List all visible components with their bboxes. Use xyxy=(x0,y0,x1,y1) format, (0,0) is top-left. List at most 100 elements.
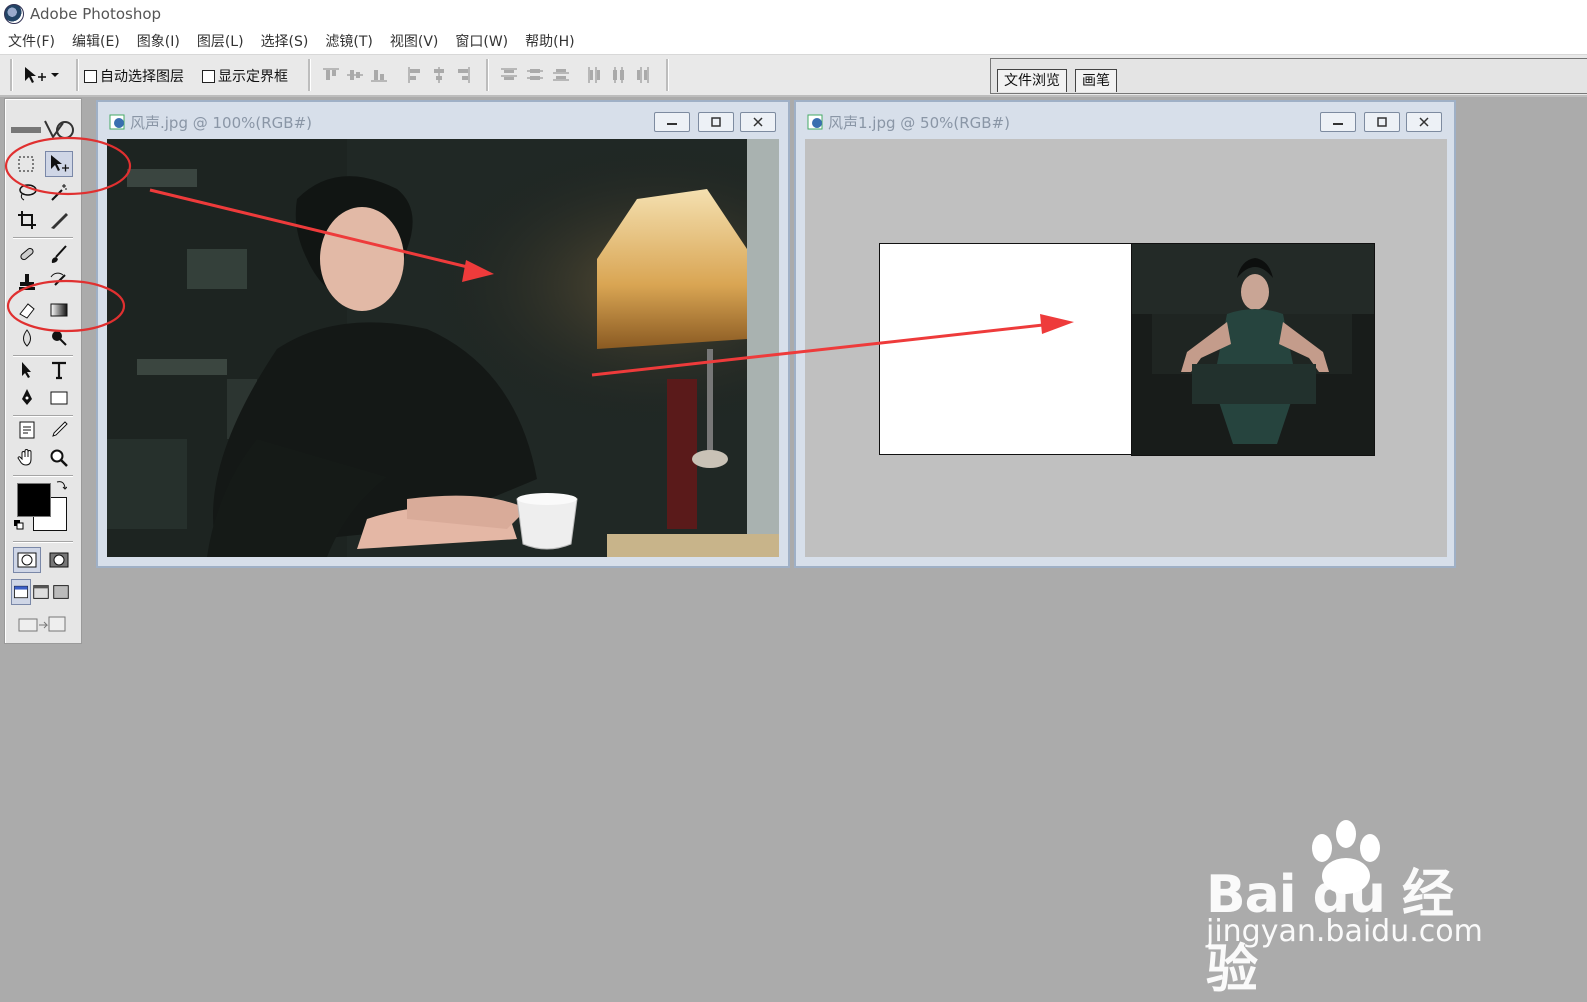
app-title: Adobe Photoshop xyxy=(30,5,162,23)
history-brush-tool[interactable] xyxy=(45,269,73,295)
auto-select-layer-checkbox[interactable] xyxy=(84,69,97,83)
shape-tool[interactable] xyxy=(45,385,73,411)
close-button[interactable] xyxy=(740,112,776,132)
document-canvas[interactable] xyxy=(805,139,1447,557)
brush-tool-icon xyxy=(51,245,67,263)
align-left-button[interactable] xyxy=(406,66,424,84)
notes-tool-icon xyxy=(19,421,35,439)
move-tool[interactable] xyxy=(45,151,73,177)
dodge-tool[interactable] xyxy=(45,325,73,351)
minimize-button[interactable] xyxy=(1320,112,1356,132)
toolbox-divider xyxy=(13,475,73,477)
move-tool-icon xyxy=(25,67,46,83)
options-grip[interactable] xyxy=(10,59,13,91)
clone-stamp-icon xyxy=(19,274,35,290)
eraser-tool-icon xyxy=(19,303,35,319)
maximize-button[interactable] xyxy=(1364,112,1400,132)
document-window-2[interactable]: 风声1.jpg @ 50%(RGB#) xyxy=(794,100,1456,568)
fullscreen-menu-button[interactable] xyxy=(31,579,51,605)
menu-file[interactable]: 文件(F) xyxy=(8,31,55,51)
standard-screen-button[interactable] xyxy=(11,579,31,605)
imageready-icon xyxy=(18,616,66,632)
options-divider xyxy=(308,59,311,91)
document-canvas[interactable] xyxy=(107,139,779,557)
tab-file-browser[interactable]: 文件浏览 xyxy=(997,69,1067,92)
standard-mode-icon xyxy=(17,552,37,568)
align-vcenter-button[interactable] xyxy=(346,66,364,84)
align-bottom-button[interactable] xyxy=(370,66,388,84)
menu-window[interactable]: 窗口(W) xyxy=(455,31,508,51)
default-colors-icon[interactable] xyxy=(13,519,25,531)
notes-tool[interactable] xyxy=(13,417,41,443)
crop-tool[interactable] xyxy=(13,207,41,233)
slice-tool[interactable] xyxy=(45,207,73,233)
distribute-hcenter-button[interactable] xyxy=(610,66,628,84)
close-icon xyxy=(753,117,763,127)
gradient-tool[interactable] xyxy=(45,297,73,323)
document-window-1[interactable]: 风声.jpg @ 100%(RGB#) xyxy=(96,100,790,568)
menu-layer[interactable]: 图层(L) xyxy=(197,31,244,51)
menu-image[interactable]: 图象(I) xyxy=(137,31,180,51)
align-right-button[interactable] xyxy=(454,66,472,84)
path-selection-tool[interactable] xyxy=(13,357,41,383)
auto-select-layer-option[interactable]: 自动选择图层 xyxy=(84,66,184,86)
eraser-tool[interactable] xyxy=(13,297,41,323)
align-hcenter-button[interactable] xyxy=(430,66,448,84)
lasso-tool-icon xyxy=(19,184,37,201)
maximize-icon xyxy=(711,117,721,127)
tab-brushes[interactable]: 画笔 xyxy=(1075,69,1117,92)
history-brush-icon xyxy=(50,272,66,286)
marquee-tool-icon xyxy=(18,156,34,172)
close-icon xyxy=(1419,117,1429,127)
jump-to-imageready-button[interactable] xyxy=(15,611,71,637)
menu-filter[interactable]: 滤镜(T) xyxy=(325,31,372,51)
show-bounding-box-checkbox[interactable] xyxy=(202,69,215,83)
foreground-color-swatch[interactable] xyxy=(17,483,51,517)
toolbox-divider xyxy=(13,541,73,543)
options-divider xyxy=(76,59,79,91)
hand-tool-icon xyxy=(17,449,32,466)
show-bounding-box-option[interactable]: 显示定界框 xyxy=(202,66,288,86)
healing-brush-icon xyxy=(20,247,34,261)
toolbox-logo[interactable] xyxy=(9,117,77,143)
eyedropper-tool[interactable] xyxy=(45,417,73,443)
type-tool[interactable] xyxy=(45,357,73,383)
distribute-right-button[interactable] xyxy=(634,66,652,84)
swap-colors-icon[interactable] xyxy=(55,479,67,491)
align-top-button[interactable] xyxy=(322,66,340,84)
photoshop-logo-icon xyxy=(4,4,24,24)
menu-help[interactable]: 帮助(H) xyxy=(525,31,574,51)
slice-tool-icon xyxy=(51,213,68,229)
distribute-left-button[interactable] xyxy=(586,66,604,84)
magic-wand-tool[interactable] xyxy=(45,179,73,205)
distribute-top-button[interactable] xyxy=(500,66,518,84)
distribute-bottom-button[interactable] xyxy=(552,66,570,84)
standard-mode-button[interactable] xyxy=(13,547,41,573)
menu-view[interactable]: 视图(V) xyxy=(390,31,439,51)
distribute-vcenter-button[interactable] xyxy=(526,66,544,84)
dodge-tool-icon xyxy=(52,331,67,346)
quick-mask-mode-button[interactable] xyxy=(45,547,73,573)
clone-stamp-tool[interactable] xyxy=(13,269,41,295)
toolbox xyxy=(4,98,82,644)
brush-tool[interactable] xyxy=(45,241,73,267)
blur-tool[interactable] xyxy=(13,325,41,351)
lasso-tool[interactable] xyxy=(13,179,41,205)
document-title: 风声.jpg @ 100%(RGB#) xyxy=(130,114,313,132)
fullscreen-button[interactable] xyxy=(51,579,71,605)
tool-preset-picker[interactable] xyxy=(22,63,68,87)
close-button[interactable] xyxy=(1406,112,1442,132)
marquee-tool[interactable] xyxy=(13,151,41,177)
menu-select[interactable]: 选择(S) xyxy=(261,31,309,51)
hand-tool[interactable] xyxy=(13,445,41,471)
healing-brush-tool[interactable] xyxy=(13,241,41,267)
document-icon xyxy=(109,114,125,130)
maximize-button[interactable] xyxy=(698,112,734,132)
baidu-watermark: Bai du 经验 jingyan.baidu.com xyxy=(1200,818,1500,1000)
minimize-button[interactable] xyxy=(654,112,690,132)
fullscreen-menu-icon xyxy=(33,585,49,599)
pen-tool[interactable] xyxy=(13,385,41,411)
chevron-down-icon xyxy=(51,73,59,77)
zoom-tool[interactable] xyxy=(45,445,73,471)
menu-edit[interactable]: 编辑(E) xyxy=(72,31,120,51)
